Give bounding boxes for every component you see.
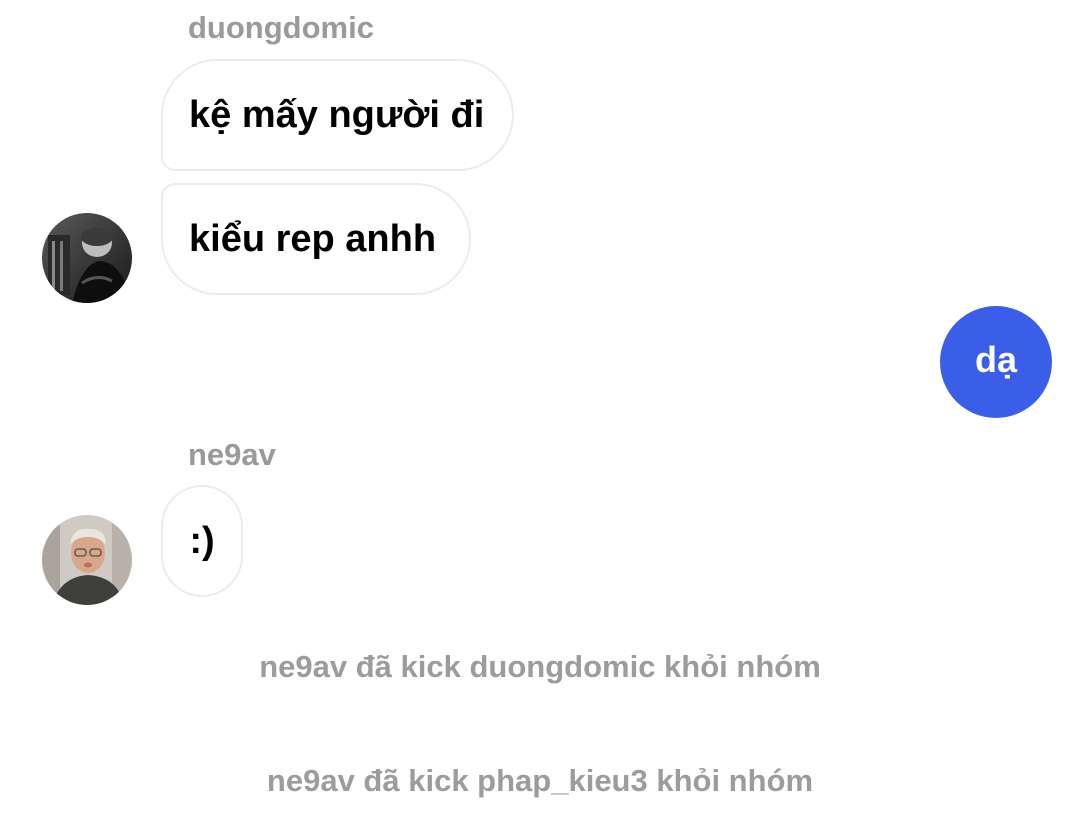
avatar-ne9av[interactable] xyxy=(42,515,132,605)
message-bubble-incoming[interactable]: kệ mấy người đi xyxy=(161,59,514,171)
chat-thread: duongdomic kệ mấy người đi kiểu rep anhh xyxy=(0,0,1080,838)
message-text: kệ mấy người đi xyxy=(189,93,485,136)
message-bubble-incoming[interactable]: :) xyxy=(161,485,243,597)
sender-name-ne9av: ne9av xyxy=(188,437,276,472)
avatar-duongdomic[interactable] xyxy=(42,213,132,303)
message-text: kiểu rep anhh xyxy=(189,217,437,260)
avatar-photo-icon xyxy=(42,213,132,303)
system-message: ne9av đã kick duongdomic khỏi nhóm xyxy=(259,649,821,684)
message-text: dạ xyxy=(974,339,1017,380)
avatar-photo-icon xyxy=(42,515,132,605)
message-bubble-incoming[interactable]: kiểu rep anhh xyxy=(161,183,471,295)
message-bubble-outgoing[interactable]: dạ xyxy=(940,306,1052,418)
message-text: :) xyxy=(189,519,215,562)
system-message: ne9av đã kick phap_kieu3 khỏi nhóm xyxy=(266,763,814,798)
sender-name-duongdomic: duongdomic xyxy=(188,10,374,45)
